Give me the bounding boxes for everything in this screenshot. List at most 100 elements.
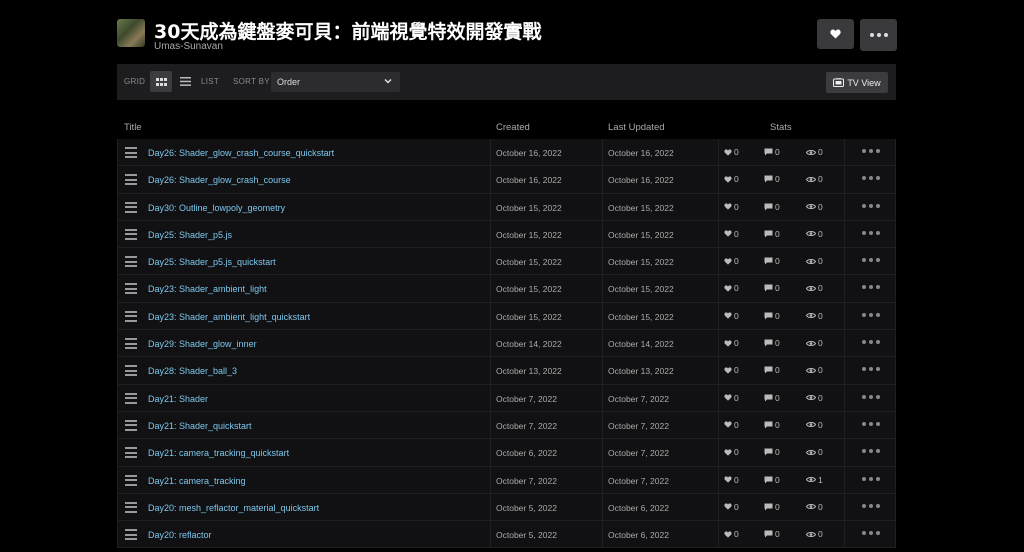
project-name-link[interactable]: Day20: mesh_reflactor_material_quickstar… [148,503,319,513]
project-name-link[interactable]: Day25: Shader_p5.js [148,230,232,240]
row-more-button[interactable] [862,503,882,510]
table-row[interactable]: Day21: Shader_quickstart October 7, 2022… [117,411,896,440]
sort-select[interactable]: Order [271,72,400,92]
table-row[interactable]: Day20: mesh_reflactor_material_quickstar… [117,493,896,522]
likes-count: 0 [734,310,739,321]
comments-count: 0 [775,419,780,430]
project-name-link[interactable]: Day21: Shader [148,394,208,404]
table-row[interactable]: Day21: camera_tracking October 7, 2022 O… [117,466,896,494]
likes-count: 0 [734,147,739,157]
comments-stat: 0 [764,420,780,430]
table-row[interactable]: Day21: camera_tracking_quickstart Octobe… [117,439,896,467]
project-name-link[interactable]: Day25: Shader_p5.js_quickstart [148,257,276,267]
more-dots-icon [862,149,882,153]
table-row[interactable]: Day28: Shader_ball_3 October 13, 2022 Oc… [117,357,896,385]
row-more-button[interactable] [862,449,882,455]
project-name-link[interactable]: Day21: Shader_quickstart [148,421,252,431]
project-name-link[interactable]: Day21: camera_tracking [148,476,246,486]
row-more-button[interactable] [862,149,882,155]
grid-view-button[interactable] [150,71,172,92]
comments-stat: 0 [764,529,780,539]
views-count: 0 [818,365,823,376]
drag-handle-icon[interactable] [125,201,137,213]
column-updated[interactable]: Last Updated [608,122,665,133]
comments-count: 0 [775,174,780,185]
more-options-button[interactable] [860,19,897,51]
row-more-button[interactable] [862,312,882,319]
likes-stat: 0 [724,502,739,512]
views-count: 0 [818,310,823,321]
table-row[interactable]: Day25: Shader_p5.js_quickstart October 1… [117,248,896,276]
views-stat: 0 [806,147,823,157]
created-date: October 14, 2022 [496,339,562,350]
likes-count: 0 [734,283,739,294]
drag-handle-icon[interactable] [125,228,137,240]
drag-handle-icon[interactable] [125,147,137,158]
project-name-link[interactable]: Day20: reflactor [148,530,212,540]
project-name-link[interactable]: Day29: Shader_glow_inner [148,339,257,349]
drag-handle-icon[interactable] [125,365,137,377]
table-row[interactable]: Day26: Shader_glow_crash_course October … [117,166,896,194]
row-more-button[interactable] [862,340,882,346]
comment-icon [764,530,773,538]
updated-date: October 15, 2022 [608,257,674,268]
list-view-button[interactable] [174,71,196,92]
like-button[interactable] [817,19,854,49]
toolbar: GRID LIST SORT BY Order TV View [117,64,896,100]
drag-handle-icon[interactable] [125,174,137,186]
drag-handle-icon[interactable] [125,310,137,322]
row-more-button[interactable] [862,421,882,428]
table-row[interactable]: Day30: Outline_lowpoly_geometry October … [117,193,896,221]
table-row[interactable]: Day25: Shader_p5.js October 15, 2022 Oct… [117,220,896,249]
row-more-button[interactable] [862,531,882,537]
table-row[interactable]: Day29: Shader_glow_inner October 14, 202… [117,330,896,358]
grid-icon [155,77,167,86]
views-stat: 0 [806,283,823,293]
row-more-button[interactable] [862,476,882,483]
tv-view-button[interactable]: TV View [826,72,888,93]
drag-handle-icon[interactable] [125,419,137,431]
project-name-link[interactable]: Day26: Shader_glow_crash_course_quicksta… [148,148,334,158]
row-more-button[interactable] [862,203,882,210]
drag-handle-icon[interactable] [125,256,137,268]
drag-handle-icon[interactable] [125,392,137,404]
eye-icon [806,313,816,319]
drag-handle-icon[interactable] [125,447,137,459]
author-name[interactable]: Umas-Sunavan [154,41,223,52]
table-row[interactable]: Day20: reflactor October 5, 2022 October… [117,521,896,549]
project-name-link[interactable]: Day23: Shader_ambient_light [148,284,267,294]
column-created[interactable]: Created [496,122,530,133]
table-row[interactable]: Day23: Shader_ambient_light_quickstart O… [117,302,896,331]
project-name-link[interactable]: Day28: Shader_ball_3 [148,366,237,376]
likes-count: 0 [734,365,739,376]
project-name-link[interactable]: Day21: camera_tracking_quickstart [148,448,289,458]
project-name-link[interactable]: Day23: Shader_ambient_light_quickstart [148,312,310,322]
views-count: 0 [818,338,823,349]
heart-icon [724,367,732,374]
row-more-button[interactable] [862,367,882,373]
comment-icon [764,284,773,292]
drag-handle-icon[interactable] [125,501,137,513]
row-more-button[interactable] [862,176,882,182]
project-name-link[interactable]: Day26: Shader_glow_crash_course [148,175,291,185]
created-date: October 16, 2022 [496,175,562,186]
likes-stat: 0 [724,202,739,212]
table-row[interactable]: Day21: Shader October 7, 2022 October 7,… [117,384,896,412]
row-more-button[interactable] [862,230,882,237]
comment-icon [764,476,773,484]
row-more-button[interactable] [862,285,882,291]
row-more-button[interactable] [862,258,882,264]
drag-handle-icon[interactable] [125,474,137,486]
project-name-link[interactable]: Day30: Outline_lowpoly_geometry [148,203,285,213]
drag-handle-icon[interactable] [125,283,137,295]
drag-handle-icon[interactable] [125,529,137,541]
updated-date: October 7, 2022 [608,393,669,404]
likes-count: 0 [734,201,739,212]
table-row[interactable]: Day23: Shader_ambient_light October 15, … [117,275,896,303]
table-row[interactable]: Day26: Shader_glow_crash_course_quicksta… [117,139,896,167]
drag-handle-icon[interactable] [125,338,137,350]
comment-icon [764,394,773,402]
avatar[interactable] [117,19,145,47]
row-more-button[interactable] [862,394,882,401]
column-title[interactable]: Title [124,122,142,133]
